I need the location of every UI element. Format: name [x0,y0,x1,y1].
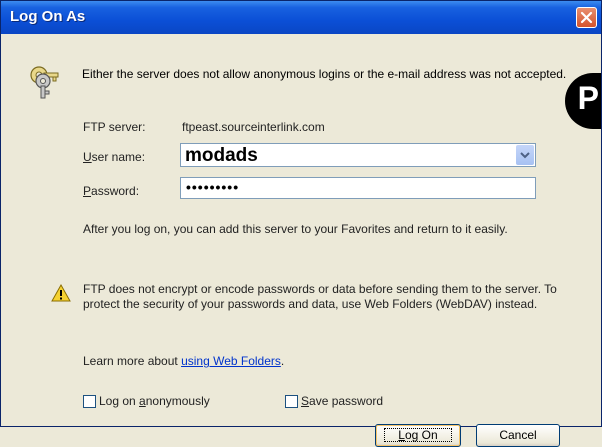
log-on-as-dialog: Log On As Either the server does not all… [0,0,602,447]
save-label-accel: S [301,394,310,408]
username-label: User name: [83,150,145,164]
anon-label-pre: Log on [99,394,140,408]
chevron-down-icon [520,152,530,159]
save-password-checkbox[interactable] [285,395,298,408]
username-value[interactable]: modads [185,145,258,167]
username-combobox[interactable]: modads [180,143,536,167]
password-field[interactable]: ••••••••• [180,177,536,199]
password-label-accel: P [83,184,92,198]
password-value[interactable]: ••••••••• [186,179,239,195]
username-label-rest: ser name: [91,150,146,164]
warning-icon [51,284,71,302]
log-on-anonymously-checkbox[interactable] [83,395,96,408]
save-password-label[interactable]: Save password [301,394,383,408]
log-on-button[interactable]: Log On [375,424,461,447]
cancel-button[interactable]: Cancel [476,424,560,447]
close-button[interactable] [576,7,597,28]
anon-label-post: nonymously [145,394,210,408]
ftp-server-label: FTP server: [83,120,146,134]
username-dropdown-button[interactable] [516,145,534,165]
anon-label-accel: a [139,394,146,408]
username-label-accel: U [83,150,92,164]
log-on-button-label: Log On [384,428,452,442]
learn-more-text: Learn more about using Web Folders. [83,354,284,368]
logon-accel: L [398,428,405,442]
title-bar[interactable]: Log On As [1,1,601,34]
learn-more-prefix: Learn more about [83,354,182,368]
dialog-body: Either the server does not allow anonymo… [4,34,598,447]
web-folders-link[interactable]: using Web Folders [181,354,281,368]
favorites-hint-text: After you log on, you can add this serve… [83,222,508,236]
logon-post: og On [404,428,438,442]
learn-more-suffix: . [280,354,285,368]
notice-text: Either the server does not allow anonymo… [82,67,567,81]
save-label-post: ave password [309,394,384,408]
corner-badge-letter: P [577,80,599,116]
ftp-server-value: ftpeast.sourceinterlink.com [182,120,325,134]
keys-icon [30,66,59,99]
password-label: Password: [83,184,139,198]
close-icon [580,11,593,24]
password-label-rest: assword: [91,184,140,198]
window-title: Log On As [10,8,86,25]
log-on-anonymously-label[interactable]: Log on anonymously [99,394,210,408]
security-warning-text: FTP does not encrypt or encode passwords… [83,282,557,311]
